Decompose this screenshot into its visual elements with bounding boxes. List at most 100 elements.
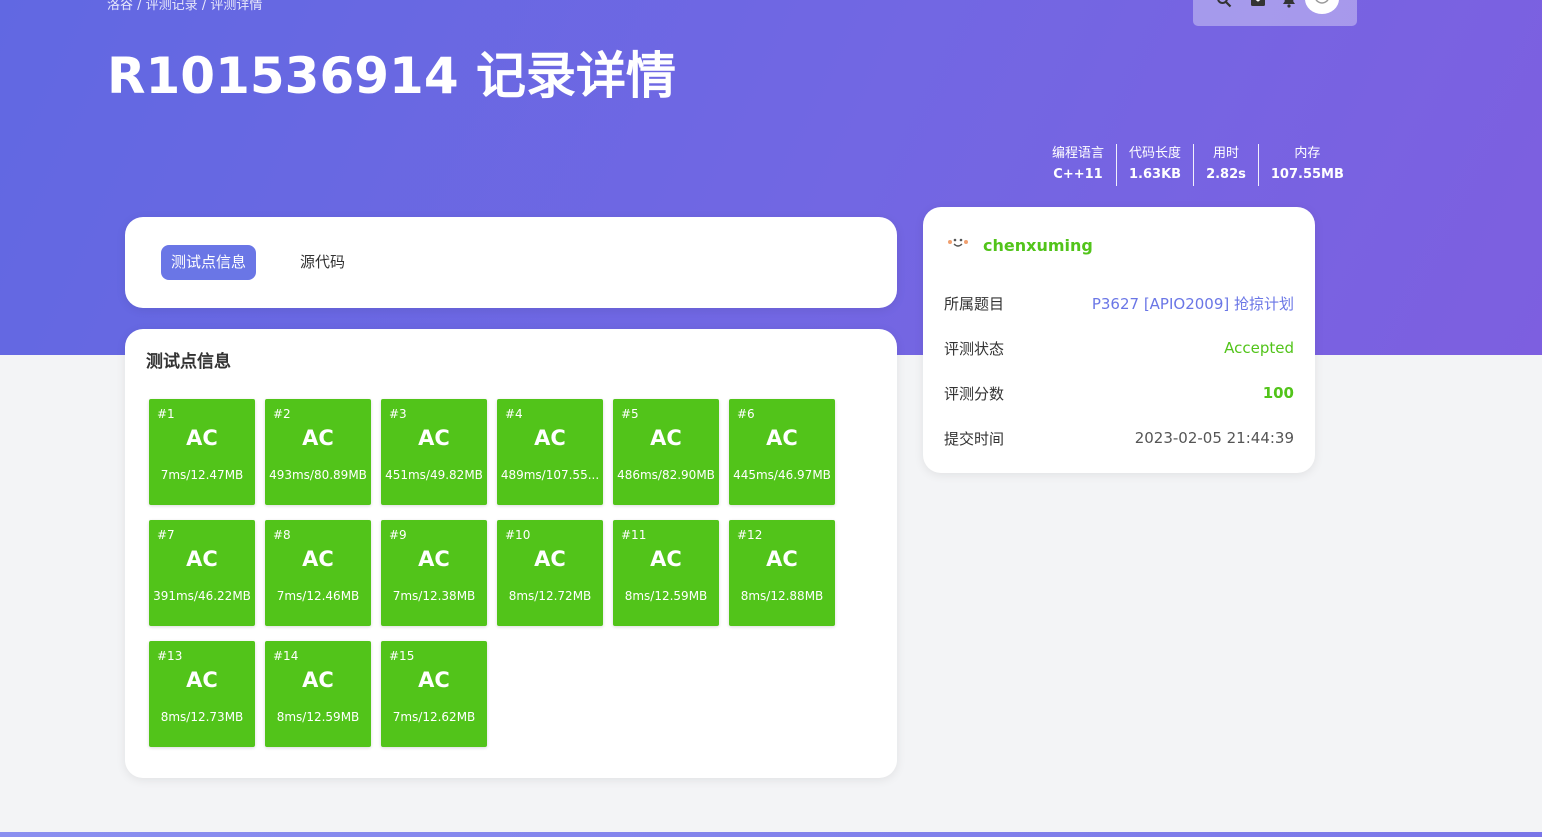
testcase-tile[interactable]: #12 AC 8ms/12.88MB <box>729 520 835 626</box>
testcase-number: #2 <box>273 407 291 421</box>
testcase-tile[interactable]: #7 AC 391ms/46.22MB <box>149 520 255 626</box>
testcase-number: #4 <box>505 407 523 421</box>
testcase-tile[interactable]: #11 AC 8ms/12.59MB <box>613 520 719 626</box>
submission-info-card: chenxuming 所属题目 P3627 [APIO2009] 抢掠计划 评测… <box>923 207 1315 473</box>
submission-stats: 编程语言 C++11 代码长度 1.63KB 用时 2.82s 内存 107.5… <box>1040 144 1356 186</box>
stat-time: 用时 2.82s <box>1193 144 1258 186</box>
testcase-tile[interactable]: #5 AC 486ms/82.90MB <box>613 399 719 505</box>
breadcrumb-records[interactable]: 评测记录 <box>146 0 198 13</box>
testcase-status: AC <box>186 426 218 450</box>
testcase-time-memory: 7ms/12.47MB <box>160 468 244 482</box>
problem-link[interactable]: P3627 [APIO2009] 抢掠计划 <box>1092 293 1294 314</box>
testcase-number: #13 <box>157 649 183 663</box>
testcase-time-memory: 493ms/80.89MB <box>269 468 367 482</box>
testcase-time-memory: 8ms/12.72MB <box>508 589 592 603</box>
testcase-time-memory: 8ms/12.73MB <box>160 710 244 724</box>
info-row-submit-time: 提交时间 2023-02-05 21:44:39 <box>944 426 1294 450</box>
testcase-number: #6 <box>737 407 755 421</box>
testcase-number: #10 <box>505 528 531 542</box>
testcase-status: AC <box>650 547 682 571</box>
testcase-time-memory: 8ms/12.88MB <box>740 589 824 603</box>
testcase-time-memory: 8ms/12.59MB <box>276 710 360 724</box>
testcase-number: #3 <box>389 407 407 421</box>
tabs-card: 测试点信息 源代码 <box>125 217 897 308</box>
testcase-number: #7 <box>157 528 175 542</box>
testcase-time-memory: 7ms/12.62MB <box>392 710 476 724</box>
testcase-status: AC <box>534 426 566 450</box>
user-toolbar <box>1193 0 1357 26</box>
search-icon[interactable] <box>1215 0 1233 8</box>
stat-label: 编程语言 <box>1052 146 1105 161</box>
testcase-time-memory: 489ms/107.55... <box>500 468 600 482</box>
bell-icon[interactable] <box>1280 0 1298 8</box>
testcase-status: AC <box>418 668 450 692</box>
stat-value: C++11 <box>1053 167 1103 182</box>
testcase-number: #1 <box>157 407 175 421</box>
status-value: Accepted <box>1224 339 1294 357</box>
stat-label: 用时 <box>1212 146 1239 161</box>
testcase-status: AC <box>186 547 218 571</box>
testcase-number: #15 <box>389 649 415 663</box>
testcase-status: AC <box>766 547 798 571</box>
info-label: 所属题目 <box>944 294 1005 313</box>
testcase-status: AC <box>650 426 682 450</box>
testcase-status: AC <box>534 547 566 571</box>
info-row-status: 评测状态 Accepted <box>944 336 1294 360</box>
breadcrumb-current: 评测详情 <box>210 0 263 13</box>
testcase-tile[interactable]: #9 AC 7ms/12.38MB <box>381 520 487 626</box>
testcase-time-memory: 451ms/49.82MB <box>385 468 483 482</box>
testcase-number: #9 <box>389 528 407 542</box>
testcase-tile[interactable]: #10 AC 8ms/12.72MB <box>497 520 603 626</box>
testcase-grid: #1 AC 7ms/12.47MB #2 AC 493ms/80.89MB #3 AC 451m… <box>149 399 849 747</box>
breadcrumb: 洛谷 / 评测记录 / 评测详情 <box>107 0 263 13</box>
testcase-status: AC <box>302 426 334 450</box>
testcase-tile[interactable]: #8 AC 7ms/12.46MB <box>265 520 371 626</box>
testcase-time-memory: 7ms/12.38MB <box>392 589 476 603</box>
info-row-problem: 所属题目 P3627 [APIO2009] 抢掠计划 <box>944 291 1294 315</box>
info-label: 提交时间 <box>944 429 1005 448</box>
testcase-status: AC <box>418 547 450 571</box>
testcase-tile[interactable]: #2 AC 493ms/80.89MB <box>265 399 371 505</box>
testcase-time-memory: 7ms/12.46MB <box>276 589 360 603</box>
mail-icon[interactable] <box>1249 0 1267 8</box>
testcase-tile[interactable]: #1 AC 7ms/12.47MB <box>149 399 255 505</box>
testcase-number: #8 <box>273 528 291 542</box>
stat-value: 107.55MB <box>1270 167 1344 182</box>
testcase-tile[interactable]: #3 AC 451ms/49.82MB <box>381 399 487 505</box>
testcase-time-memory: 8ms/12.59MB <box>624 589 708 603</box>
stat-label: 代码长度 <box>1129 146 1182 161</box>
info-label: 评测分数 <box>944 384 1005 403</box>
testcase-status: AC <box>302 547 334 571</box>
testcase-tile[interactable]: #6 AC 445ms/46.97MB <box>729 399 835 505</box>
testcase-card-title: 测试点信息 <box>146 352 231 372</box>
testcase-status: AC <box>186 668 218 692</box>
stat-code-length: 代码长度 1.63KB <box>1116 144 1193 186</box>
stat-label: 内存 <box>1294 146 1321 161</box>
breadcrumb-home[interactable]: 洛谷 <box>107 0 133 13</box>
page-title: R101536914 记录详情 <box>107 47 677 105</box>
testcase-tile[interactable]: #15 AC 7ms/12.62MB <box>381 641 487 747</box>
score-value: 100 <box>1262 384 1294 402</box>
submit-time-value: 2023-02-05 21:44:39 <box>1134 429 1294 447</box>
user-row: chenxuming <box>945 232 1093 258</box>
testcase-status: AC <box>302 668 334 692</box>
testcase-tile[interactable]: #13 AC 8ms/12.73MB <box>149 641 255 747</box>
stat-value: 2.82s <box>1206 167 1246 182</box>
avatar[interactable] <box>1305 0 1339 14</box>
tab-source-code[interactable]: 源代码 <box>290 245 355 280</box>
info-label: 评测状态 <box>944 339 1005 358</box>
testcase-number: #5 <box>621 407 639 421</box>
user-avatar[interactable] <box>945 232 971 258</box>
testcase-tile[interactable]: #4 AC 489ms/107.55... <box>497 399 603 505</box>
testcase-number: #12 <box>737 528 763 542</box>
info-row-score: 评测分数 100 <box>944 381 1294 405</box>
stat-memory: 内存 107.55MB <box>1257 144 1356 186</box>
footer-bar <box>0 832 1542 837</box>
tab-testcase-info[interactable]: 测试点信息 <box>161 245 257 280</box>
user-name[interactable]: chenxuming <box>983 236 1093 255</box>
stat-value: 1.63KB <box>1129 167 1182 182</box>
testcase-time-memory: 486ms/82.90MB <box>617 468 715 482</box>
testcase-tile[interactable]: #14 AC 8ms/12.59MB <box>265 641 371 747</box>
testcase-status: AC <box>766 426 798 450</box>
testcase-time-memory: 445ms/46.97MB <box>733 468 831 482</box>
